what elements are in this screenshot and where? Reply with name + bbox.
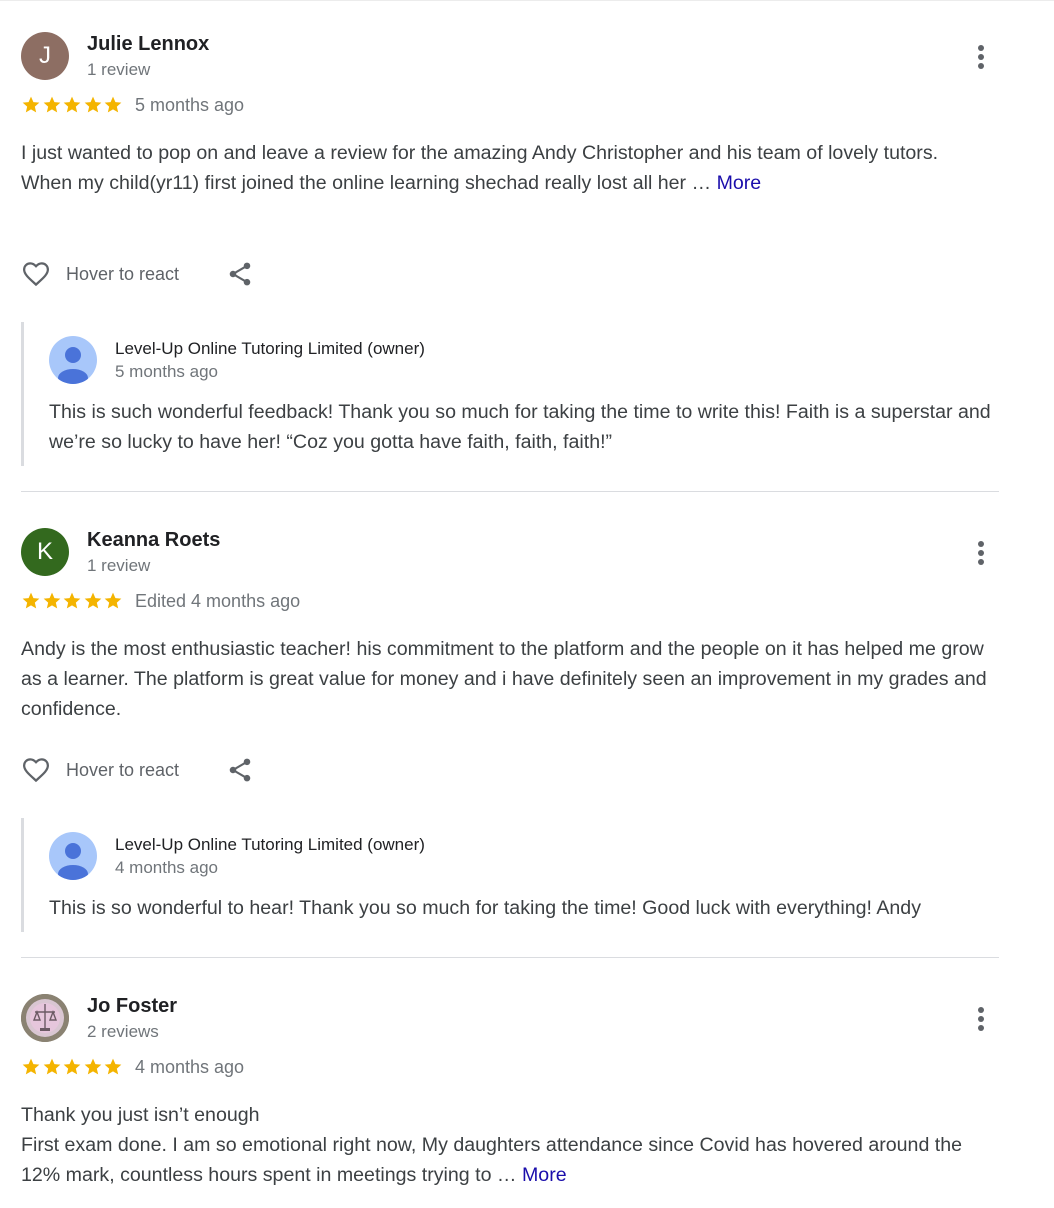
person-icon: [49, 832, 97, 880]
owner-name: Level-Up Online Tutoring Limited (owner): [115, 835, 425, 854]
reply-text: This is so wonderful to hear! Thank you …: [49, 897, 921, 919]
reply-time: 5 months ago: [115, 362, 219, 381]
more-link[interactable]: More: [522, 1164, 567, 1186]
star-icon: [84, 592, 101, 609]
star-icon: [43, 96, 60, 113]
avatar[interactable]: [21, 994, 69, 1042]
star-rating: [21, 95, 124, 115]
star-icon: [104, 96, 122, 113]
star-icon: [104, 1058, 122, 1075]
star-icon: [63, 96, 81, 113]
star-icon: [22, 96, 40, 113]
star-icon: [84, 1058, 101, 1075]
more-options-icon[interactable]: [971, 1005, 991, 1035]
owner-name: Level-Up Online Tutoring Limited (owner): [115, 339, 425, 358]
share-icon[interactable]: [226, 756, 254, 784]
review-count: 2 reviews: [87, 1022, 159, 1041]
review-count: 1 review: [87, 556, 151, 575]
heart-icon[interactable]: [21, 259, 51, 289]
person-icon: [49, 336, 97, 384]
reply-text: This is such wonderful feedback! Thank y…: [49, 401, 991, 453]
star-rating: [21, 1057, 124, 1077]
reviewer-name[interactable]: Jo Foster: [87, 995, 177, 1018]
owner-avatar: [49, 336, 97, 384]
star-rating: [21, 591, 124, 611]
avatar[interactable]: J: [21, 32, 69, 80]
review-line: First exam done. I am so emotional right…: [21, 1134, 963, 1186]
review-line: When my child(yr11) first joined the onl…: [21, 172, 762, 194]
review-line: Andy is the most enthusiastic teacher! h…: [21, 638, 987, 720]
divider: [21, 491, 999, 492]
review-text: Andy is the most enthusiastic teacher! h…: [21, 634, 999, 724]
more-link[interactable]: More: [717, 172, 762, 194]
star-icon: [84, 96, 101, 113]
reply-time: 4 months ago: [115, 858, 219, 877]
star-icon: [63, 592, 81, 609]
reviewer-name[interactable]: Julie Lennox: [87, 33, 209, 56]
review-time: 4 months ago: [135, 1057, 245, 1077]
review-line: Thank you just isn’t enough: [21, 1104, 260, 1126]
star-icon: [22, 1058, 40, 1075]
review-line: I just wanted to pop on and leave a revi…: [21, 142, 939, 164]
react-label[interactable]: Hover to react: [66, 760, 179, 781]
heart-icon[interactable]: [21, 755, 51, 785]
divider: [21, 957, 999, 958]
share-icon[interactable]: [226, 260, 254, 288]
more-options-icon[interactable]: [971, 43, 991, 73]
star-icon: [43, 1058, 60, 1075]
more-options-icon[interactable]: [971, 539, 991, 569]
top-border: [0, 0, 1054, 1]
star-icon: [22, 592, 40, 609]
owner-avatar: [49, 832, 97, 880]
reviewer-name[interactable]: Keanna Roets: [87, 529, 220, 552]
profile-photo-icon: [21, 994, 69, 1042]
star-icon: [104, 592, 122, 609]
owner-reply: Level-Up Online Tutoring Limited (owner)…: [21, 322, 999, 466]
star-icon: [43, 592, 60, 609]
react-label[interactable]: Hover to react: [66, 264, 179, 285]
review-count: 1 review: [87, 60, 151, 79]
owner-reply: Level-Up Online Tutoring Limited (owner)…: [21, 818, 999, 932]
review-time: Edited 4 months ago: [135, 591, 301, 611]
star-icon: [63, 1058, 81, 1075]
review-time: 5 months ago: [135, 95, 245, 115]
review-text: I just wanted to pop on and leave a revi…: [21, 138, 999, 198]
review-text: Thank you just isn’t enough First exam d…: [21, 1100, 999, 1190]
avatar[interactable]: K: [21, 528, 69, 576]
